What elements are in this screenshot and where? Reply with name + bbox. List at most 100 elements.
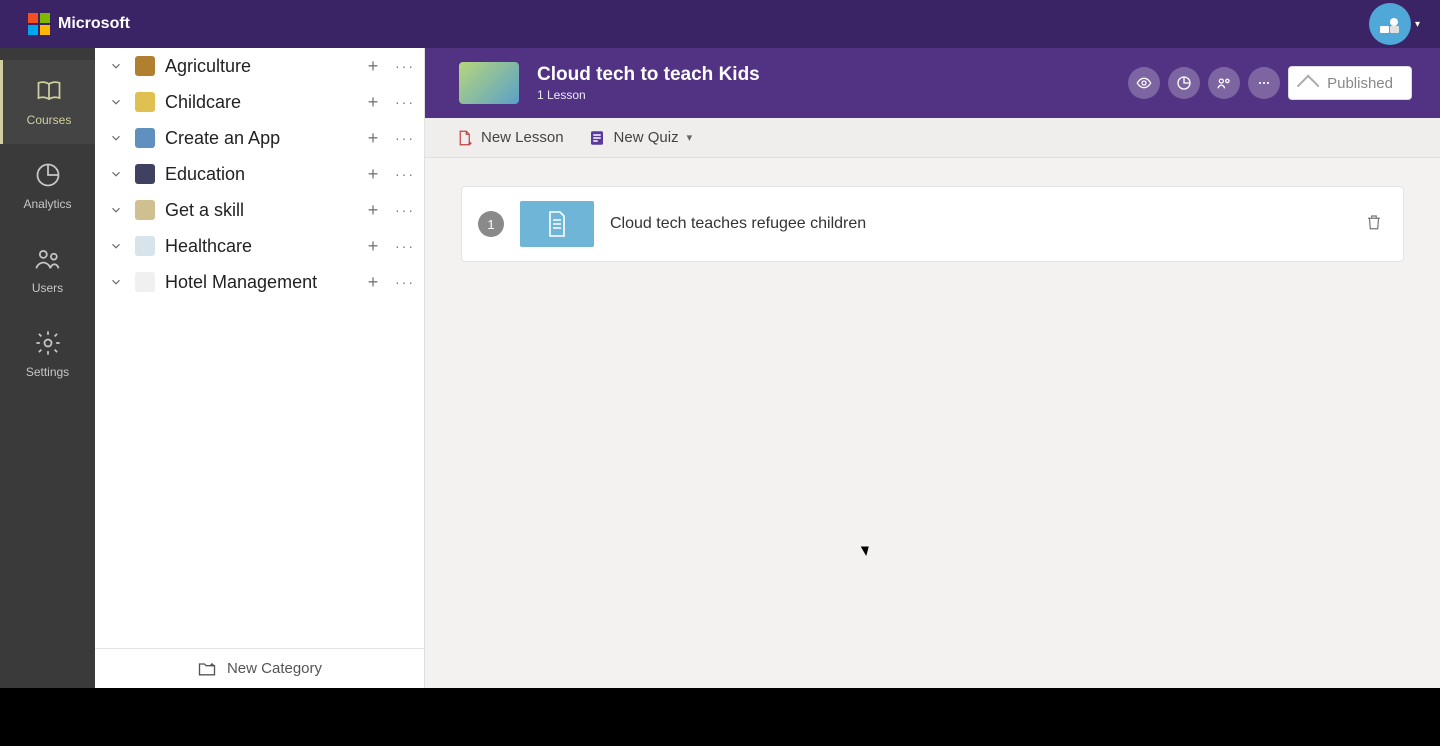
lesson-number: 1 (478, 211, 504, 237)
publish-label: Published (1327, 75, 1393, 92)
nav-label: Courses (27, 113, 72, 127)
microsoft-grid-icon (28, 13, 50, 35)
new-category-label: New Category (227, 660, 322, 677)
publish-button[interactable]: Published (1288, 66, 1412, 100)
nav-label: Analytics (23, 197, 71, 211)
avatar-illustration-icon (1378, 12, 1402, 36)
chevron-down-icon[interactable] (107, 237, 125, 255)
course-title: Cloud tech to teach Kids (537, 64, 1110, 86)
chevron-down-icon: ▾ (687, 131, 693, 144)
nav-label: Users (32, 281, 63, 295)
sidebar-nav: Courses Analytics Users Settings (0, 48, 95, 688)
more-button[interactable] (1248, 67, 1280, 99)
main-area: Courses Analytics Users Settings Agricul… (0, 48, 1440, 688)
lesson-card[interactable]: 1 Cloud tech teaches refugee children (461, 186, 1404, 262)
add-course-button[interactable]: + (362, 199, 384, 221)
category-panel: Agriculture+···Childcare+···Create an Ap… (95, 48, 425, 688)
category-more-button[interactable]: ··· (394, 235, 416, 257)
new-category-button[interactable]: New Category (95, 648, 424, 688)
category-more-button[interactable]: ··· (394, 163, 416, 185)
category-more-button[interactable]: ··· (394, 91, 416, 113)
chevron-down-icon[interactable] (107, 165, 125, 183)
analytics-button[interactable] (1168, 67, 1200, 99)
category-thumbnail (135, 92, 155, 112)
category-row[interactable]: Childcare + ··· (95, 84, 424, 120)
nav-users[interactable]: Users (0, 228, 95, 312)
nav-label: Settings (26, 365, 69, 379)
category-thumbnail (135, 200, 155, 220)
add-course-button[interactable]: + (362, 235, 384, 257)
users-icon (34, 245, 62, 273)
course-header: Cloud tech to teach Kids 1 Lesson Publis… (425, 48, 1440, 118)
category-more-button[interactable]: ··· (394, 271, 416, 293)
category-name: Create an App (165, 128, 352, 149)
lesson-title: Cloud tech teaches refugee children (610, 215, 1349, 233)
top-header: Microsoft ▾ (0, 0, 1440, 48)
new-quiz-button[interactable]: New Quiz ▾ (588, 129, 693, 147)
category-thumbnail (135, 164, 155, 184)
nav-courses[interactable]: Courses (0, 60, 95, 144)
chevron-down-icon[interactable] (107, 93, 125, 111)
category-name: Hotel Management (165, 272, 352, 293)
pie-chart-icon (34, 161, 62, 189)
category-name: Get a skill (165, 200, 352, 221)
category-name: Healthcare (165, 236, 352, 257)
add-course-button[interactable]: + (362, 127, 384, 149)
category-more-button[interactable]: ··· (394, 55, 416, 77)
document-plus-icon (455, 129, 473, 147)
course-header-actions: Published (1128, 66, 1412, 100)
nav-settings[interactable]: Settings (0, 312, 95, 396)
chevron-down-icon[interactable] (107, 57, 125, 75)
brand-logo[interactable]: Microsoft (28, 13, 130, 35)
chevron-down-icon[interactable] (107, 201, 125, 219)
category-thumbnail (135, 128, 155, 148)
category-name: Childcare (165, 92, 352, 113)
people-icon (1216, 75, 1232, 91)
preview-button[interactable] (1128, 67, 1160, 99)
delete-lesson-button[interactable] (1365, 212, 1383, 237)
category-row[interactable]: Get a skill + ··· (95, 192, 424, 228)
add-course-button[interactable]: + (362, 271, 384, 293)
profile-menu[interactable]: ▾ (1369, 3, 1420, 45)
document-icon (545, 210, 569, 238)
chevron-down-icon: ▾ (1415, 19, 1420, 30)
category-thumbnail (135, 236, 155, 256)
lesson-thumbnail (520, 201, 594, 247)
category-row[interactable]: Agriculture + ··· (95, 48, 424, 84)
quiz-icon (588, 129, 606, 147)
category-row[interactable]: Education + ··· (95, 156, 424, 192)
nav-analytics[interactable]: Analytics (0, 144, 95, 228)
new-quiz-label: New Quiz (614, 129, 679, 146)
share-button[interactable] (1208, 67, 1240, 99)
new-lesson-button[interactable]: New Lesson (455, 129, 564, 147)
category-row[interactable]: Create an App + ··· (95, 120, 424, 156)
category-more-button[interactable]: ··· (394, 127, 416, 149)
course-thumbnail (459, 62, 519, 104)
new-lesson-label: New Lesson (481, 129, 564, 146)
chevron-down-icon[interactable] (107, 273, 125, 291)
add-course-button[interactable]: + (362, 163, 384, 185)
category-more-button[interactable]: ··· (394, 199, 416, 221)
category-row[interactable]: Healthcare + ··· (95, 228, 424, 264)
category-thumbnail (135, 56, 155, 76)
category-row[interactable]: Hotel Management + ··· (95, 264, 424, 300)
add-course-button[interactable]: + (362, 55, 384, 77)
lesson-list: 1 Cloud tech teaches refugee children (425, 158, 1440, 290)
avatar (1369, 3, 1411, 45)
category-name: Agriculture (165, 56, 352, 77)
footer-bar (0, 688, 1440, 746)
more-horizontal-icon (1256, 75, 1272, 91)
folder-plus-icon (197, 659, 217, 679)
add-course-button[interactable]: + (362, 91, 384, 113)
category-name: Education (165, 164, 352, 185)
pie-chart-icon (1176, 75, 1192, 91)
category-list: Agriculture+···Childcare+···Create an Ap… (95, 48, 424, 648)
brand-name: Microsoft (58, 15, 130, 33)
chevron-down-icon[interactable] (107, 129, 125, 147)
book-icon (35, 77, 63, 105)
content-toolbar: New Lesson New Quiz ▾ (425, 118, 1440, 158)
category-thumbnail (135, 272, 155, 292)
trash-icon (1365, 212, 1383, 232)
content-area: Cloud tech to teach Kids 1 Lesson Publis… (425, 48, 1440, 688)
gear-icon (34, 329, 62, 357)
